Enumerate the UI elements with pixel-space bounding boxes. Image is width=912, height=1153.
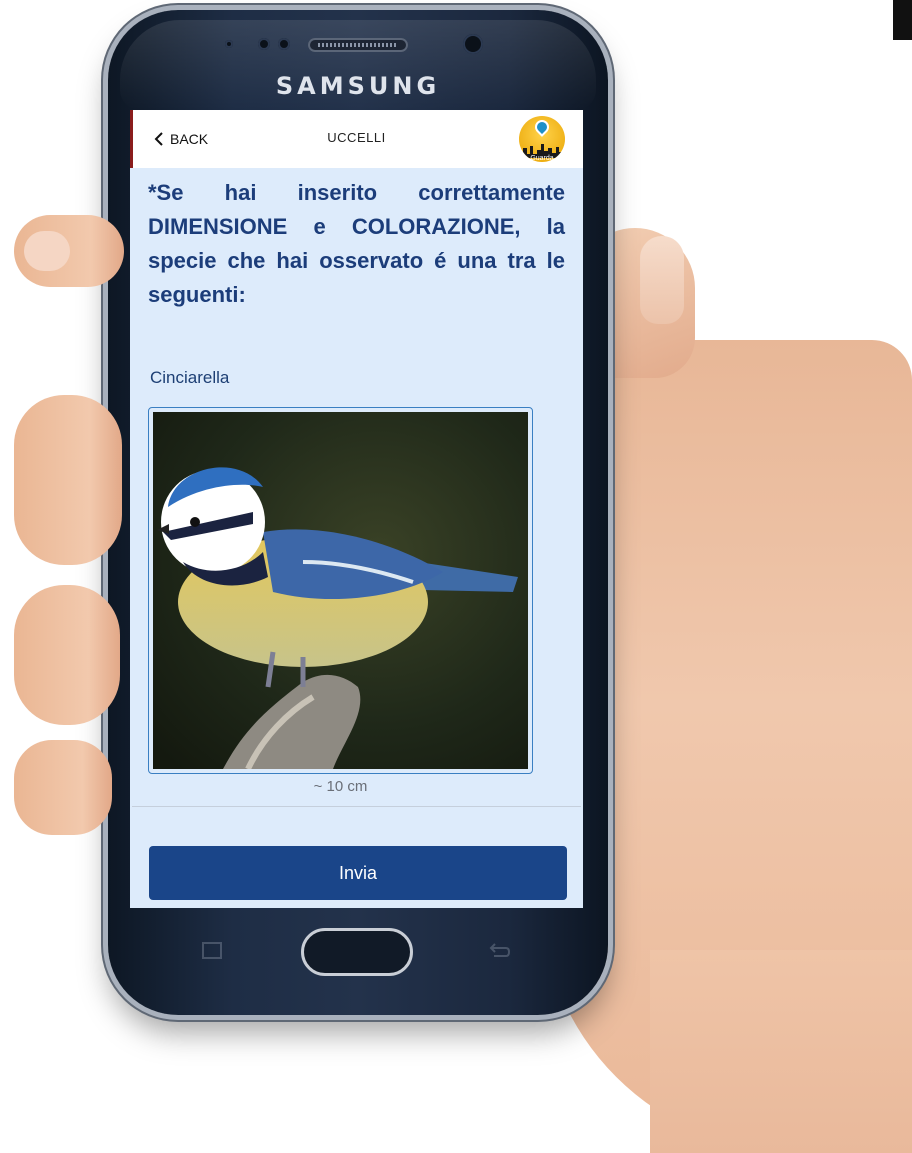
finger-middle [14, 395, 122, 565]
bird-photo [153, 412, 528, 769]
logo-text: Guarda [530, 155, 554, 162]
hand-wrist [650, 950, 912, 1153]
finger-nail [24, 231, 70, 271]
divider [132, 806, 581, 807]
intro-text: *Se hai inserito correttamente DIMENSION… [148, 180, 565, 307]
finger-index [14, 215, 124, 287]
species-photo-card[interactable] [148, 407, 533, 774]
app-header: BACK UCCELLI Guarda [130, 110, 583, 168]
page-title: UCCELLI [327, 130, 386, 145]
map-pin-icon [532, 117, 552, 137]
species-size: ~ 10 cm [313, 778, 368, 795]
home-button[interactable] [301, 928, 413, 976]
app-screen: BACK UCCELLI Guarda *Se hai inserito cor… [130, 110, 583, 908]
front-camera [463, 34, 483, 54]
recent-apps-icon[interactable] [200, 940, 226, 962]
back-key-icon[interactable] [486, 940, 512, 962]
app-logo: Guarda [519, 116, 565, 162]
speaker-grill [318, 43, 398, 47]
light-sensor-2 [278, 38, 290, 50]
species-name: Cinciarella [150, 368, 230, 387]
finger-little [14, 740, 112, 835]
corner-block [893, 0, 912, 40]
finger-ring [14, 585, 120, 725]
proximity-sensor [225, 40, 233, 48]
thumb-nail [640, 236, 684, 324]
submit-button[interactable]: Invia [149, 846, 567, 900]
device-brand: SAMSUNG [275, 72, 441, 100]
light-sensor [258, 38, 270, 50]
